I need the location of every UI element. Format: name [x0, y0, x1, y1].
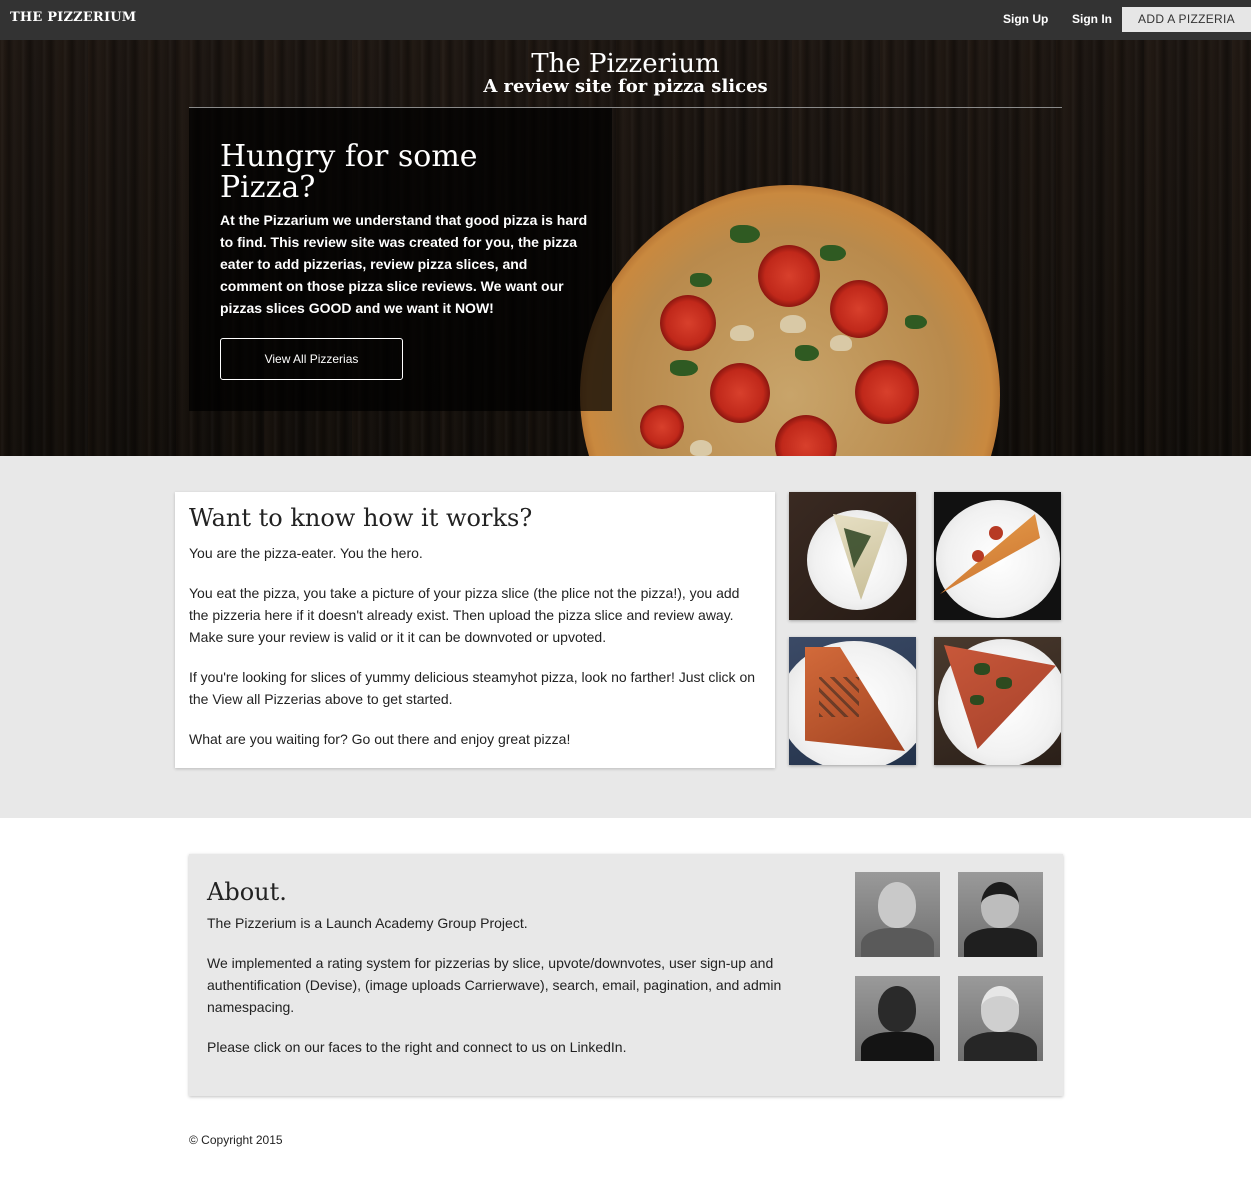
- pizza-image: [580, 185, 1000, 456]
- hero-title: The Pizzerium: [531, 49, 720, 79]
- brand-logo[interactable]: THE PIZZERIUM: [10, 10, 136, 25]
- pizza-slice-photo: [934, 637, 1061, 765]
- team-member-photo[interactable]: [855, 976, 940, 1061]
- hero-heading: Hungry for some Pizza?: [220, 139, 478, 205]
- add-pizzeria-button[interactable]: ADD A PIZZERIA: [1122, 7, 1251, 32]
- about-paragraph: The Pizzerium is a Launch Academy Group …: [207, 915, 528, 931]
- team-member-photo[interactable]: [958, 976, 1043, 1061]
- hero-intro-text: At the Pizzarium we understand that good…: [220, 212, 588, 316]
- about-title: About.: [207, 878, 287, 906]
- how-paragraph: You eat the pizza, you take a picture of…: [189, 585, 740, 645]
- about-body: The Pizzerium is a Launch Academy Group …: [207, 912, 827, 1076]
- how-paragraph: What are you waiting for? Go out there a…: [189, 731, 571, 747]
- sign-up-link[interactable]: Sign Up: [1003, 12, 1048, 26]
- pizza-slice-photo: [789, 492, 916, 620]
- how-it-works-title: Want to know how it works?: [189, 504, 533, 532]
- about-paragraph: We implemented a rating system for pizze…: [207, 955, 782, 1015]
- how-it-works-card: Want to know how it works? You are the p…: [175, 492, 775, 768]
- view-all-pizzerias-button[interactable]: View All Pizzerias: [220, 338, 403, 380]
- team-member-photo[interactable]: [855, 872, 940, 957]
- hero-banner: The Pizzerium A review site for pizza sl…: [0, 40, 1251, 456]
- how-it-works-section: Want to know how it works? You are the p…: [0, 456, 1251, 818]
- sign-in-link[interactable]: Sign In: [1072, 12, 1112, 26]
- about-paragraph: Please click on our faces to the right a…: [207, 1039, 627, 1055]
- footer-copyright: © Copyright 2015: [189, 1133, 283, 1147]
- about-card: About. The Pizzerium is a Launch Academy…: [189, 854, 1063, 1096]
- team-member-photo[interactable]: [958, 872, 1043, 957]
- pizza-slice-photo: [789, 637, 916, 765]
- how-paragraph: If you're looking for slices of yummy de…: [189, 669, 756, 707]
- pizza-slice-photo: [934, 492, 1061, 620]
- how-paragraph: You are the pizza-eater. You the hero.: [189, 545, 423, 561]
- hero-subtitle: A review site for pizza slices: [483, 76, 768, 97]
- top-bar: THE PIZZERIUM Sign Up Sign In ADD A PIZZ…: [0, 0, 1251, 40]
